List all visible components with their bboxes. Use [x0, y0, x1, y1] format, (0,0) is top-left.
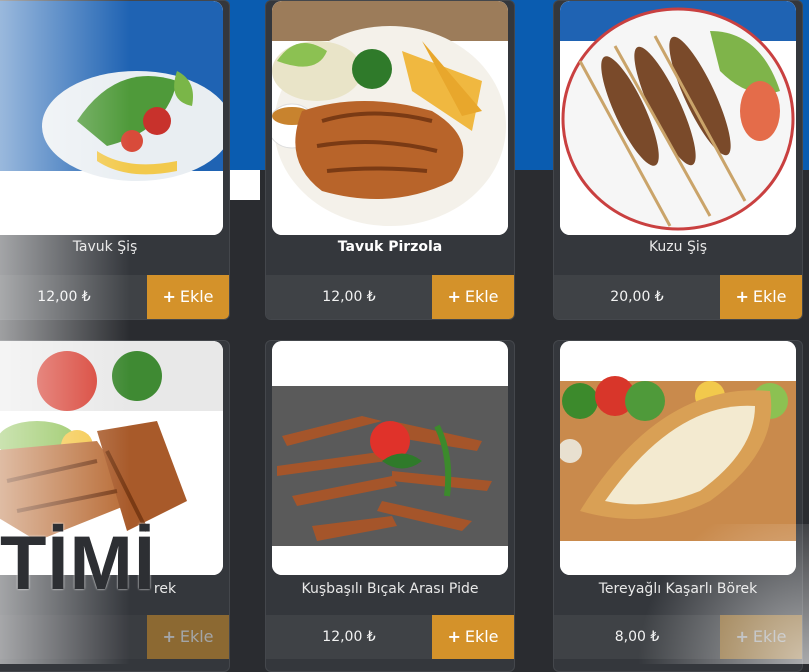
product-image	[272, 1, 508, 235]
add-button-label: Ekle	[464, 627, 499, 646]
product-card-kusbasili-pide: Kuşbaşılı Bıçak Arası Pide 12,00 ₺ + Ekle	[265, 340, 515, 672]
product-footer: + Ekle	[0, 615, 229, 659]
product-price: 12,00 ₺	[266, 615, 432, 659]
product-price: 12,00 ₺	[0, 275, 147, 319]
product-price: 12,00 ₺	[266, 275, 432, 319]
plus-icon: +	[735, 287, 749, 306]
product-card-tavuk-pirzola: Tavuk Pirzola 12,00 ₺ + Ekle	[265, 0, 515, 320]
add-to-cart-button[interactable]: + Ekle	[720, 615, 802, 659]
add-button-label: Ekle	[464, 287, 499, 306]
product-footer: 12,00 ₺ + Ekle	[0, 275, 229, 319]
product-price: 8,00 ₺	[554, 615, 720, 659]
plus-icon: +	[162, 627, 176, 646]
product-card-tavuk-sis: Tavuk Şiş 12,00 ₺ + Ekle	[0, 0, 230, 320]
product-image	[0, 1, 223, 235]
product-footer: 12,00 ₺ + Ekle	[266, 275, 514, 319]
product-card-lahmacun: rek + Ekle	[0, 340, 230, 672]
product-name: Kuşbaşılı Bıçak Arası Pide	[301, 581, 479, 597]
plus-icon: +	[447, 627, 461, 646]
plus-icon: +	[735, 627, 749, 646]
add-button-label: Ekle	[752, 287, 787, 306]
product-price	[0, 615, 147, 659]
product-image	[560, 341, 796, 575]
add-to-cart-button[interactable]: + Ekle	[147, 615, 229, 659]
add-button-label: Ekle	[179, 287, 214, 306]
product-image	[272, 341, 508, 575]
product-card-tereyagli-borek: Tereyağlı Kaşarlı Börek 8,00 ₺ + Ekle	[553, 340, 803, 672]
product-name: Tavuk Pirzola	[337, 239, 443, 255]
promo-text: TİMİ	[0, 521, 156, 606]
product-name: Tavuk Şiş	[72, 239, 138, 255]
product-price: 20,00 ₺	[554, 275, 720, 319]
add-to-cart-button[interactable]: + Ekle	[147, 275, 229, 319]
add-to-cart-button[interactable]: + Ekle	[432, 275, 514, 319]
plus-icon: +	[162, 287, 176, 306]
add-button-label: Ekle	[179, 627, 214, 646]
product-image	[560, 1, 796, 235]
add-to-cart-button[interactable]: + Ekle	[720, 275, 802, 319]
plus-icon: +	[447, 287, 461, 306]
product-footer: 12,00 ₺ + Ekle	[266, 615, 514, 659]
product-card-kuzu-sis: Kuzu Şiş 20,00 ₺ + Ekle	[553, 0, 803, 320]
product-name: Kuzu Şiş	[648, 239, 708, 255]
add-button-label: Ekle	[752, 627, 787, 646]
product-footer: 8,00 ₺ + Ekle	[554, 615, 802, 659]
add-to-cart-button[interactable]: + Ekle	[432, 615, 514, 659]
product-name: Tereyağlı Kaşarlı Börek	[598, 581, 758, 597]
product-footer: 20,00 ₺ + Ekle	[554, 275, 802, 319]
